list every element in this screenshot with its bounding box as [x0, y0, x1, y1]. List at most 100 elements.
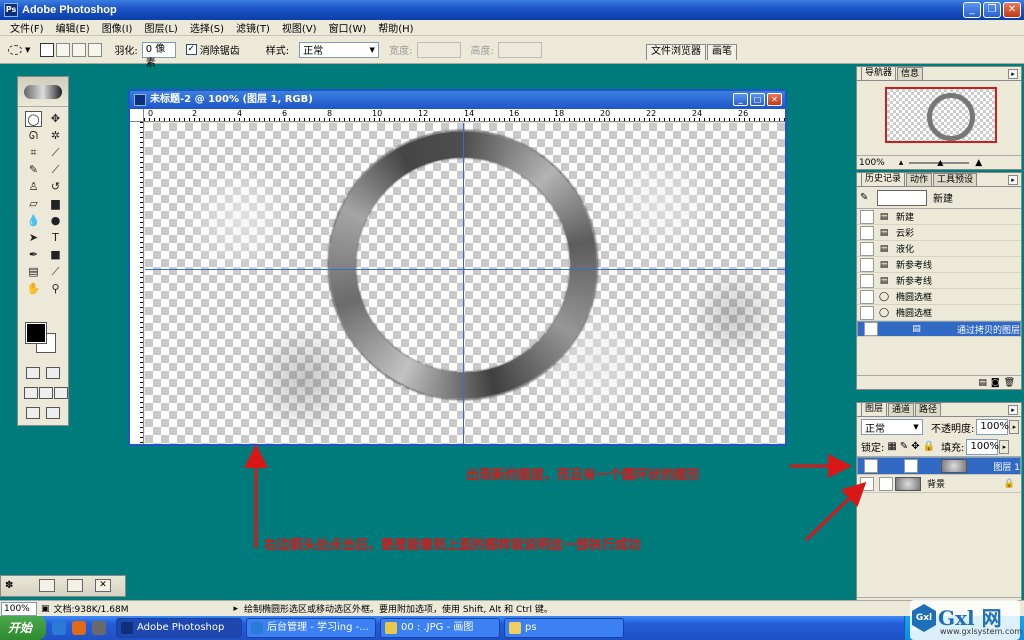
navigator-zoom-value[interactable]: 100%: [859, 158, 885, 168]
close-button[interactable]: ✕: [1003, 2, 1021, 18]
ie-icon[interactable]: [52, 621, 66, 635]
history-item[interactable]: ▤ 新参考线: [857, 273, 1021, 289]
panel-menu-icon[interactable]: ▸: [1008, 405, 1018, 415]
tab-channels[interactable]: 通道: [888, 403, 915, 416]
eraser-tool-icon[interactable]: ▱: [25, 196, 42, 212]
gradient-tool-icon[interactable]: ▆: [47, 196, 64, 212]
minimize-button[interactable]: _: [963, 2, 981, 18]
menu-layer[interactable]: 图层(L): [138, 20, 183, 35]
tab-actions[interactable]: 动作: [906, 173, 933, 186]
tab-history[interactable]: 历史记录: [861, 172, 906, 186]
type-tool-icon[interactable]: T: [47, 230, 64, 246]
camera-icon[interactable]: ◙: [991, 378, 1000, 388]
zoom-in-icon[interactable]: ▲: [975, 158, 982, 168]
toolbox-header[interactable]: [18, 77, 68, 107]
trash-icon[interactable]: 🗑: [1004, 378, 1015, 388]
history-item[interactable]: ◯ 椭圆选框: [857, 289, 1021, 305]
shape-tool-icon[interactable]: ■: [47, 247, 64, 263]
screen-mode-2-icon[interactable]: [39, 387, 53, 399]
eyedropper-icon[interactable]: ⟋: [47, 264, 64, 280]
history-item[interactable]: ▤ 新参考线: [857, 257, 1021, 273]
notes-tool-icon[interactable]: ▤: [25, 264, 42, 280]
brush-link-icon[interactable]: ✎: [903, 459, 918, 473]
image-canvas[interactable]: [145, 123, 785, 444]
menu-filter[interactable]: 滤镜(T): [230, 20, 276, 35]
task-paint[interactable]: 00 : .JPG - 画图: [380, 618, 500, 638]
opacity-arrow-icon[interactable]: ▸: [1009, 420, 1020, 434]
restore-button[interactable]: ❐: [983, 2, 1001, 18]
menu-window[interactable]: 窗口(W): [323, 20, 373, 35]
navigator-thumbnail[interactable]: [885, 87, 997, 143]
tab-navigator[interactable]: 导航器: [861, 66, 897, 80]
imageready-icon[interactable]: [46, 407, 60, 419]
task-folder[interactable]: ps: [504, 618, 624, 638]
move-tool-icon[interactable]: ✥: [47, 111, 64, 127]
pen-tool-icon[interactable]: ✒: [25, 247, 42, 263]
magic-wand-icon[interactable]: ✲: [47, 128, 64, 144]
lock-transparent-icon[interactable]: ▦: [887, 441, 896, 452]
tab-brushes[interactable]: 画笔: [707, 44, 737, 60]
lock-all-icon[interactable]: 🔒: [923, 441, 935, 452]
palette-restore-button[interactable]: [67, 579, 83, 592]
dodge-tool-icon[interactable]: ●: [47, 213, 64, 229]
antialias-checkbox[interactable]: ✓: [185, 44, 197, 55]
palette-minimize-button[interactable]: [39, 579, 55, 592]
tab-paths[interactable]: 路径: [915, 403, 942, 416]
width-input[interactable]: [416, 41, 461, 58]
history-item[interactable]: ▤ 新建: [857, 209, 1021, 225]
palette-close-button[interactable]: ✕: [95, 579, 111, 592]
marquee-tool-icon[interactable]: ◯: [25, 111, 42, 127]
history-item-selected[interactable]: ▤ 通过拷贝的图层: [857, 321, 1021, 337]
hand-tool-icon[interactable]: ✋: [25, 281, 42, 297]
menu-view[interactable]: 视图(V): [276, 20, 323, 35]
status-info-icon[interactable]: ▣: [41, 604, 50, 614]
history-brush-icon[interactable]: ↺: [47, 179, 64, 195]
menu-help[interactable]: 帮助(H): [372, 20, 419, 35]
slice-tool-icon[interactable]: ⟋: [47, 145, 64, 161]
tab-tool-presets[interactable]: 工具预设: [933, 173, 978, 186]
zoom-out-icon[interactable]: ▴: [899, 158, 904, 168]
layer-row-background[interactable]: 背景 🔒: [857, 475, 1021, 493]
blend-mode-select[interactable]: 正常 ▼: [861, 419, 923, 435]
jump-to-imageready-icon[interactable]: [26, 407, 40, 419]
fill-arrow-icon[interactable]: ▸: [999, 439, 1010, 454]
clone-stamp-icon[interactable]: ♙: [25, 179, 42, 195]
height-input[interactable]: [497, 41, 542, 58]
doc-minimize-button[interactable]: _: [733, 93, 748, 106]
horizontal-ruler[interactable]: 0 2 4 6 8 10 12 14 16 18 20 22 24 26: [144, 109, 785, 122]
style-select[interactable]: 正常 ▼: [299, 41, 380, 58]
doc-close-button[interactable]: ✕: [767, 93, 782, 106]
panel-menu-icon[interactable]: ▸: [1008, 175, 1018, 185]
history-item[interactable]: ◯ 椭圆选框: [857, 305, 1021, 321]
eye-icon[interactable]: 👁: [864, 459, 878, 473]
menu-select[interactable]: 选择(S): [184, 20, 230, 35]
task-photoshop[interactable]: Adobe Photoshop: [116, 618, 242, 638]
healing-brush-icon[interactable]: ✎: [25, 162, 42, 178]
add-selection-icon[interactable]: [56, 42, 71, 57]
vertical-guide[interactable]: [463, 123, 464, 444]
layer-row-1[interactable]: 👁 ✎ 图层 1: [857, 457, 1021, 475]
tab-layers[interactable]: 图层: [861, 402, 888, 416]
path-select-icon[interactable]: ➤: [25, 230, 42, 246]
tab-info[interactable]: 信息: [897, 67, 924, 80]
fill-input[interactable]: 100%: [966, 438, 999, 455]
lock-pixels-icon[interactable]: ✎: [900, 441, 908, 452]
lasso-tool-icon[interactable]: ᘏ: [25, 128, 42, 144]
history-item[interactable]: ▤ 液化: [857, 241, 1021, 257]
ruler-origin[interactable]: [130, 109, 144, 122]
lock-position-icon[interactable]: ✥: [911, 441, 919, 452]
eye-icon[interactable]: [860, 476, 874, 491]
quicklaunch-icon[interactable]: [92, 621, 106, 635]
link-icon[interactable]: [879, 476, 893, 491]
brush-tool-icon[interactable]: ⟋: [47, 162, 64, 178]
opacity-input[interactable]: 100%: [976, 419, 1009, 435]
blur-tool-icon[interactable]: 💧: [25, 213, 42, 229]
zoom-slider[interactable]: ▲: [909, 158, 970, 167]
history-brush-source-icon[interactable]: ✎: [860, 192, 874, 203]
tool-preset-dropdown-icon[interactable]: ▼: [25, 46, 30, 54]
tab-file-browser[interactable]: 文件浏览器: [646, 44, 706, 60]
foreground-color-swatch[interactable]: [25, 322, 47, 344]
zoom-slider-handle[interactable]: ▲: [937, 158, 943, 167]
new-selection-icon[interactable]: [40, 42, 55, 57]
crop-tool-icon[interactable]: ⌗: [25, 145, 42, 161]
